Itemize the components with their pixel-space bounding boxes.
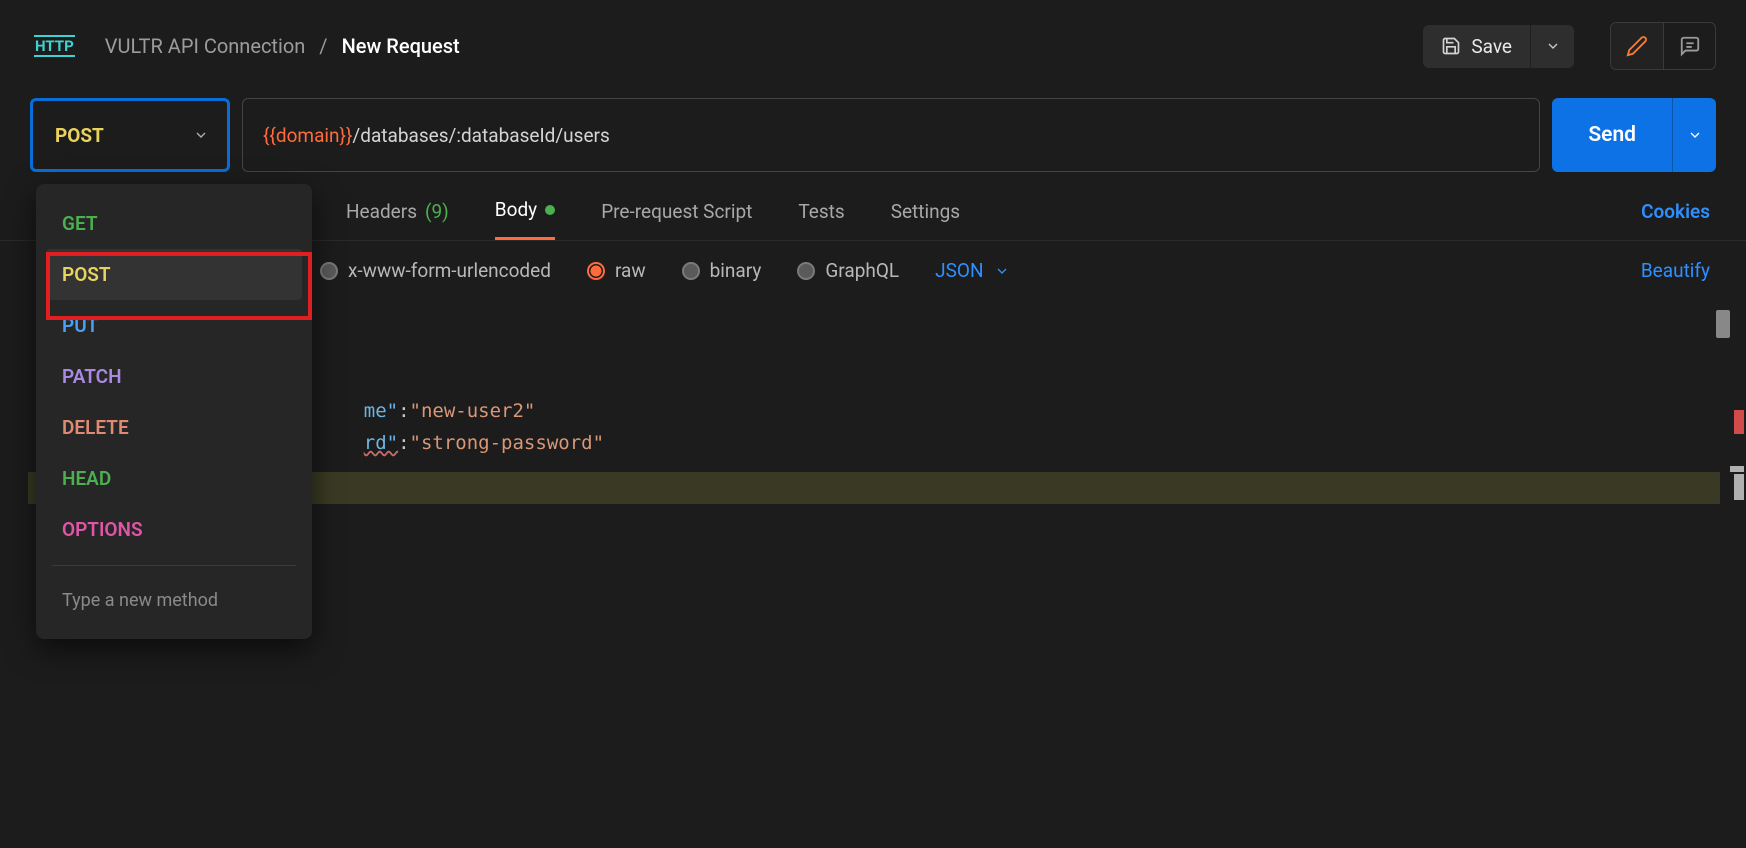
url-path: /databases/:databaseId/users [352, 124, 609, 147]
cookies-link[interactable]: Cookies [1641, 200, 1716, 239]
radio-icon [320, 262, 338, 280]
method-value: POST [55, 124, 104, 147]
bodytype-binary[interactable]: binary [682, 259, 762, 282]
breadcrumb-separator: / [319, 34, 327, 58]
editor-error-marker-icon [1734, 410, 1744, 434]
tab-body-label: Body [495, 198, 537, 221]
bodytype-graphql[interactable]: GraphQL [797, 259, 899, 282]
url-variable: {{domain}} [263, 124, 352, 147]
bodytype-binary-label: binary [710, 259, 762, 282]
url-input[interactable]: {{domain}}/databases/:databaseId/users [242, 98, 1540, 172]
headers-count: (9) [425, 200, 449, 223]
save-label: Save [1471, 35, 1512, 58]
method-option-get[interactable]: GET [46, 198, 302, 249]
breadcrumb-parent[interactable]: VULTR API Connection [105, 34, 306, 58]
editor-token-punct: : [398, 432, 409, 454]
chevron-down-icon [1687, 127, 1703, 143]
editor-scrollbar[interactable] [1716, 310, 1730, 338]
editor-cursor-marker-icon [1734, 474, 1744, 500]
method-option-delete[interactable]: DELETE [46, 402, 302, 453]
tab-tests[interactable]: Tests [798, 200, 844, 239]
save-button[interactable]: Save [1423, 25, 1530, 68]
editor-cursor-marker-icon [1730, 466, 1744, 472]
body-modified-dot-icon [545, 205, 555, 215]
bodytype-xwww-label: x-www-form-urlencoded [348, 259, 551, 282]
pencil-icon [1626, 35, 1648, 57]
tab-pre-request[interactable]: Pre-request Script [601, 200, 752, 239]
breadcrumb: VULTR API Connection / New Request [105, 34, 460, 58]
breadcrumb-current: New Request [342, 34, 460, 58]
method-option-patch[interactable]: PATCH [46, 351, 302, 402]
body-language-label: JSON [935, 259, 983, 282]
comment-button[interactable] [1663, 23, 1715, 69]
method-new-input[interactable]: Type a new method [46, 576, 302, 625]
bodytype-graphql-label: GraphQL [825, 259, 899, 282]
method-option-head[interactable]: HEAD [46, 453, 302, 504]
method-option-post[interactable]: POST [46, 249, 302, 300]
body-language-select[interactable]: JSON [935, 259, 1009, 282]
comment-icon [1679, 35, 1701, 57]
send-dropdown-button[interactable] [1672, 98, 1716, 172]
save-icon [1441, 36, 1461, 56]
method-option-put[interactable]: PUT [46, 300, 302, 351]
save-dropdown-button[interactable] [1530, 25, 1574, 68]
tab-headers-label: Headers [346, 200, 417, 223]
http-method-dropdown: GET POST PUT PATCH DELETE HEAD OPTIONS T… [36, 184, 312, 639]
edit-button[interactable] [1611, 23, 1663, 69]
chevron-down-icon [1545, 38, 1561, 54]
radio-icon [682, 262, 700, 280]
tab-headers[interactable]: Headers (9) [346, 200, 449, 239]
http-method-select[interactable]: POST [30, 98, 230, 172]
tab-body[interactable]: Body [495, 198, 555, 240]
send-button[interactable]: Send [1552, 98, 1672, 172]
bodytype-raw-label: raw [615, 259, 646, 282]
save-button-group: Save [1423, 25, 1574, 68]
chevron-down-icon [193, 127, 209, 143]
radio-icon [797, 262, 815, 280]
method-option-options[interactable]: OPTIONS [46, 504, 302, 555]
beautify-link[interactable]: Beautify [1641, 259, 1716, 282]
editor-token-string: "strong-password" [410, 432, 604, 454]
editor-token-key-error: rd" [364, 432, 398, 454]
tab-settings[interactable]: Settings [891, 200, 960, 239]
radio-selected-icon [587, 262, 605, 280]
http-badge-icon: HTTP [34, 35, 75, 57]
dropdown-divider [52, 565, 296, 566]
chevron-down-icon [994, 263, 1010, 279]
bodytype-xwww[interactable]: x-www-form-urlencoded [320, 259, 551, 282]
bodytype-raw[interactable]: raw [587, 259, 646, 282]
